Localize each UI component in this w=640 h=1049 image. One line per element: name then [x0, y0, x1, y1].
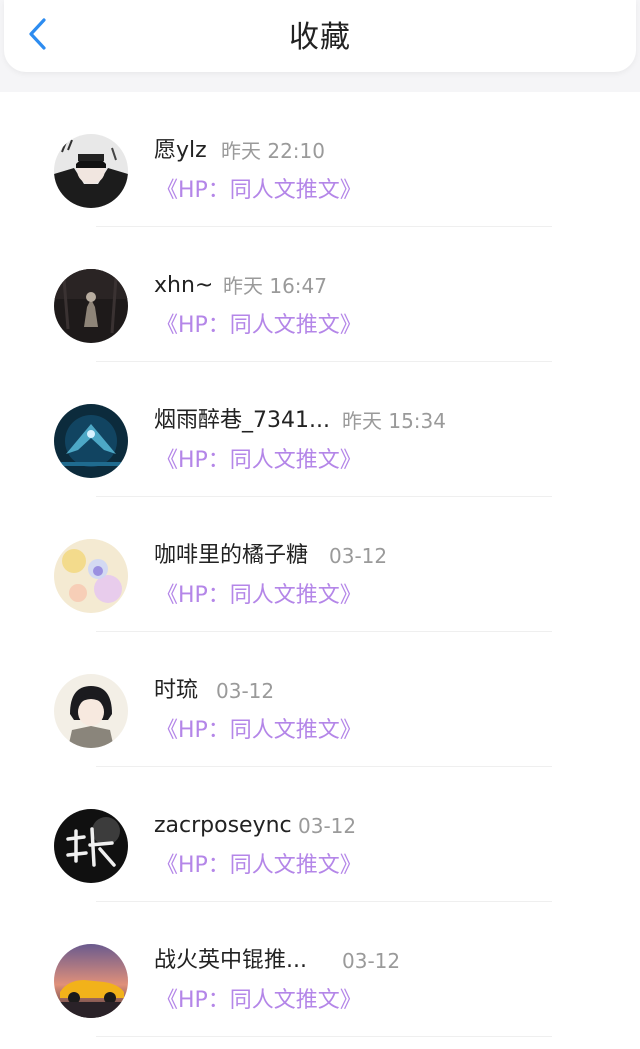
avatar[interactable] — [54, 404, 128, 478]
list-item[interactable]: xhn~ 昨天 16:47 《HP：同人文推文》 — [0, 227, 640, 362]
list-item[interactable]: 烟雨醉巷_7341... 昨天 15:34 《HP：同人文推文》 — [0, 362, 640, 497]
list-item[interactable]: 时琉 03-12 《HP：同人文推文》 — [0, 632, 640, 767]
user-name: 咖啡里的橘子糖 — [154, 543, 309, 568]
avatar[interactable] — [54, 539, 128, 613]
user-name: xhn~ — [154, 273, 214, 298]
book-link[interactable]: 《HP：同人文推文》 — [156, 581, 362, 611]
book-link[interactable]: 《HP：同人文推文》 — [156, 716, 362, 746]
list-item[interactable]: zacrposeync 03-12 《HP：同人文推文》 — [0, 767, 640, 902]
book-link[interactable]: 《HP：同人文推文》 — [156, 176, 362, 206]
user-name: 战火英中锟推... — [154, 948, 307, 973]
favorite-time: 03-12 — [298, 814, 357, 838]
avatar[interactable] — [54, 674, 128, 748]
avatar[interactable] — [54, 809, 128, 883]
favorite-time: 昨天 15:34 — [342, 409, 446, 433]
favorite-time: 03-12 — [342, 949, 401, 973]
avatar[interactable] — [54, 134, 128, 208]
list-item[interactable]: 愿ylz 昨天 22:10 《HP：同人文推文》 — [0, 92, 640, 227]
list-item[interactable]: 咖啡里的橘子糖 03-12 《HP：同人文推文》 — [0, 497, 640, 632]
favorite-time: 昨天 16:47 — [223, 274, 327, 298]
book-link[interactable]: 《HP：同人文推文》 — [156, 311, 362, 341]
header-bar: 收藏 — [4, 0, 636, 72]
user-name: 时琉 — [154, 678, 199, 703]
favorite-time: 03-12 — [329, 544, 388, 568]
divider — [96, 1036, 552, 1037]
user-name: zacrposeync — [154, 813, 292, 838]
book-link[interactable]: 《HP：同人文推文》 — [156, 446, 362, 476]
book-link[interactable]: 《HP：同人文推文》 — [156, 851, 362, 881]
list-item[interactable]: 战火英中锟推... 03-12 《HP：同人文推文》 — [0, 902, 640, 1037]
page-title: 收藏 — [289, 20, 351, 55]
favorite-time: 03-12 — [216, 679, 275, 703]
favorite-time: 昨天 22:10 — [221, 139, 325, 163]
user-name: 愿ylz — [154, 138, 207, 163]
favorites-list: 愿ylz 昨天 22:10 《HP：同人文推文》 xhn~ 昨天 16:47 《… — [0, 92, 640, 1037]
book-link[interactable]: 《HP：同人文推文》 — [156, 986, 362, 1016]
avatar[interactable] — [54, 944, 128, 1018]
user-name: 烟雨醉巷_7341... — [154, 408, 330, 433]
avatar[interactable] — [54, 269, 128, 343]
